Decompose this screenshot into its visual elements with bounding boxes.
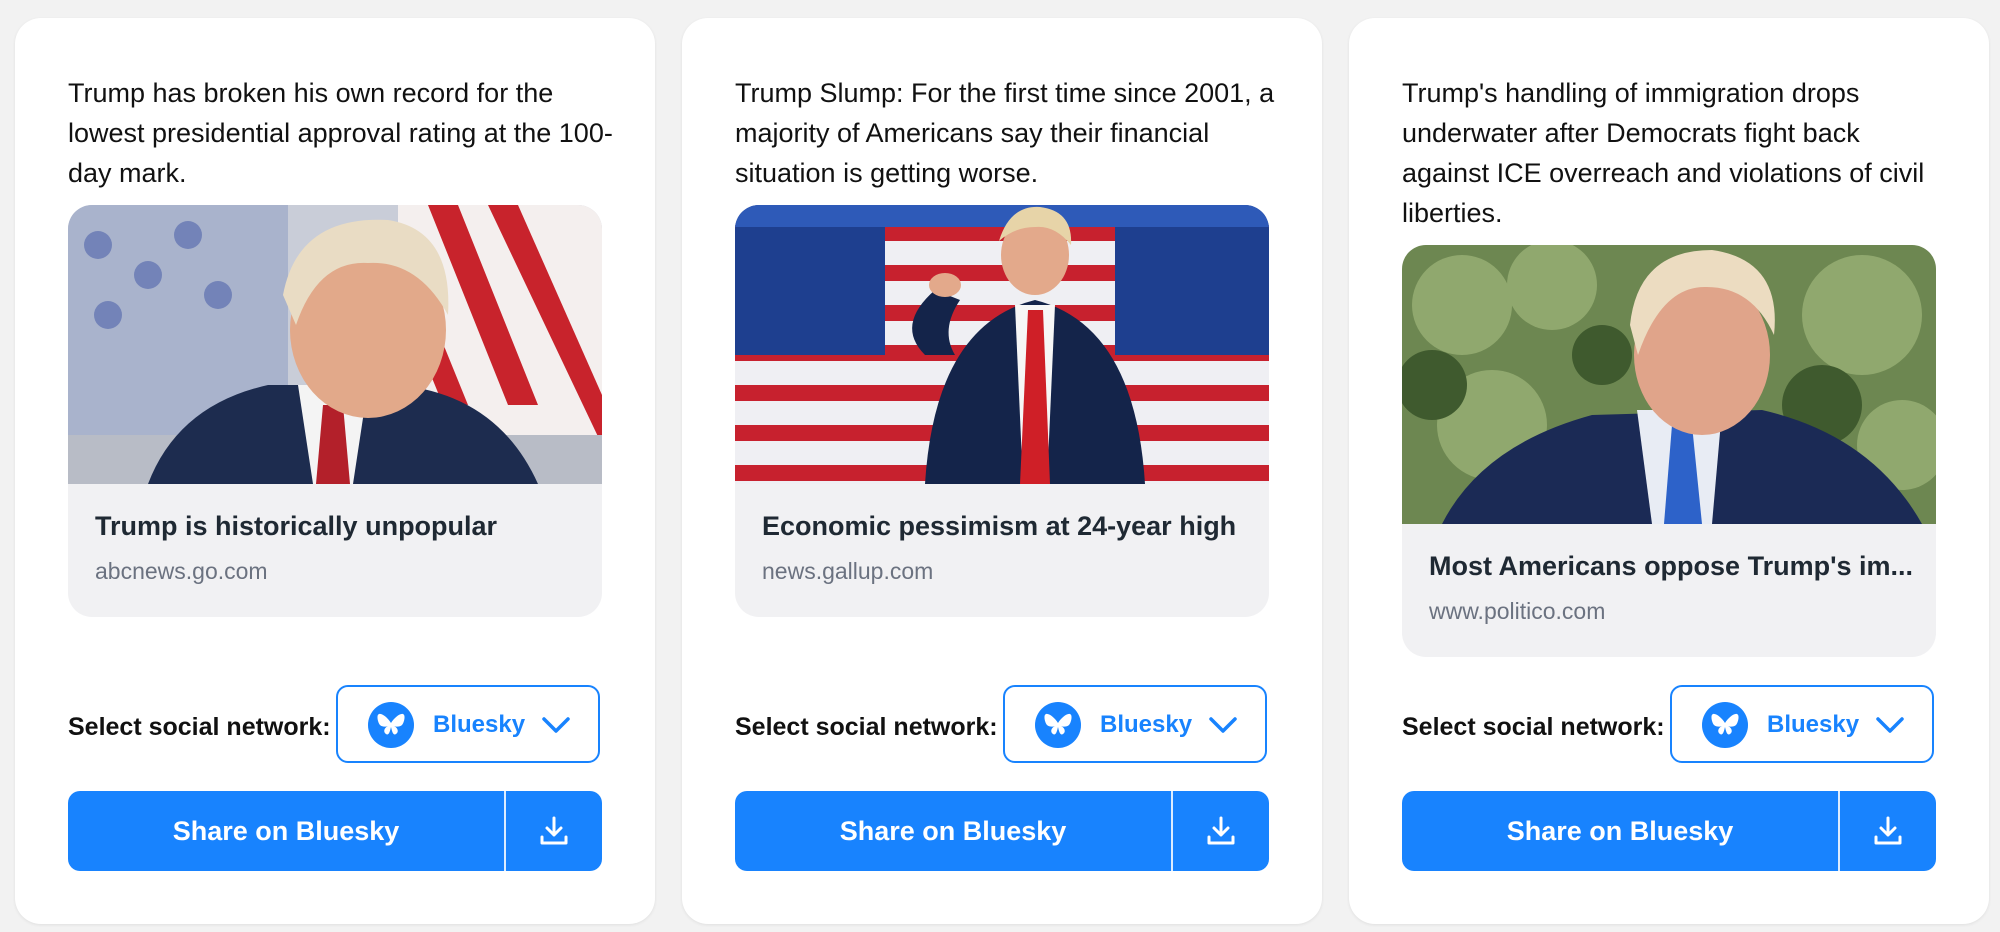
network-select-dropdown[interactable]: Bluesky xyxy=(1670,685,1934,763)
link-domain: news.gallup.com xyxy=(762,558,934,584)
link-preview-card[interactable]: Most Americans oppose Trump's im... www.… xyxy=(1402,245,1936,657)
network-select-dropdown[interactable]: Bluesky xyxy=(336,685,600,763)
chevron-down-icon xyxy=(542,717,570,733)
network-selected-value: Bluesky xyxy=(433,711,526,738)
link-preview-image xyxy=(68,205,602,484)
network-select-dropdown[interactable]: Bluesky xyxy=(1003,685,1267,763)
download-button[interactable] xyxy=(1173,791,1269,871)
network-select-label: Select social network: xyxy=(735,713,998,741)
network-selected-value: Bluesky xyxy=(1100,711,1193,738)
link-title: Economic pessimism at 24-year high xyxy=(762,511,1237,541)
download-icon xyxy=(540,816,568,845)
share-button[interactable]: Share on Bluesky xyxy=(68,791,504,871)
share-card: Trump has broken his own record for the … xyxy=(15,18,655,924)
bluesky-butterfly-icon xyxy=(368,702,414,748)
download-button[interactable] xyxy=(1840,791,1936,871)
link-domain: abcnews.go.com xyxy=(95,558,268,584)
link-preview-image xyxy=(1402,245,1936,524)
chevron-down-icon xyxy=(1209,717,1237,733)
link-preview-card[interactable]: Trump is historically unpopular abcnews.… xyxy=(68,205,602,617)
network-selected-value: Bluesky xyxy=(1767,711,1860,738)
download-button[interactable] xyxy=(506,791,602,871)
share-button[interactable]: Share on Bluesky xyxy=(1402,791,1838,871)
post-text: Trump has broken his own record for the … xyxy=(68,78,613,188)
link-preview-image xyxy=(735,205,1269,484)
share-card: Trump Slump: For the first time since 20… xyxy=(682,18,1322,924)
post-text: Trump's handling of immigration drops un… xyxy=(1402,78,1925,228)
link-domain: www.politico.com xyxy=(1429,598,1606,624)
share-button-group: Share on Bluesky xyxy=(735,791,1269,871)
link-title: Trump is historically unpopular xyxy=(95,511,498,541)
share-button[interactable]: Share on Bluesky xyxy=(735,791,1171,871)
network-select-label: Select social network: xyxy=(68,713,331,741)
download-icon xyxy=(1207,816,1235,845)
share-card: Trump's handling of immigration drops un… xyxy=(1349,18,1989,924)
bluesky-butterfly-icon xyxy=(1702,702,1748,748)
network-select-label: Select social network: xyxy=(1402,713,1665,741)
post-text: Trump Slump: For the first time since 20… xyxy=(735,78,1275,188)
link-preview-card[interactable]: Economic pessimism at 24-year high news.… xyxy=(735,205,1269,617)
share-card-grid: Trump has broken his own record for the … xyxy=(0,0,2000,932)
share-button-group: Share on Bluesky xyxy=(1402,791,1936,871)
bluesky-butterfly-icon xyxy=(1035,702,1081,748)
link-title: Most Americans oppose Trump's im... xyxy=(1429,551,1914,581)
download-icon xyxy=(1874,816,1902,845)
chevron-down-icon xyxy=(1876,717,1904,733)
share-button-group: Share on Bluesky xyxy=(68,791,602,871)
